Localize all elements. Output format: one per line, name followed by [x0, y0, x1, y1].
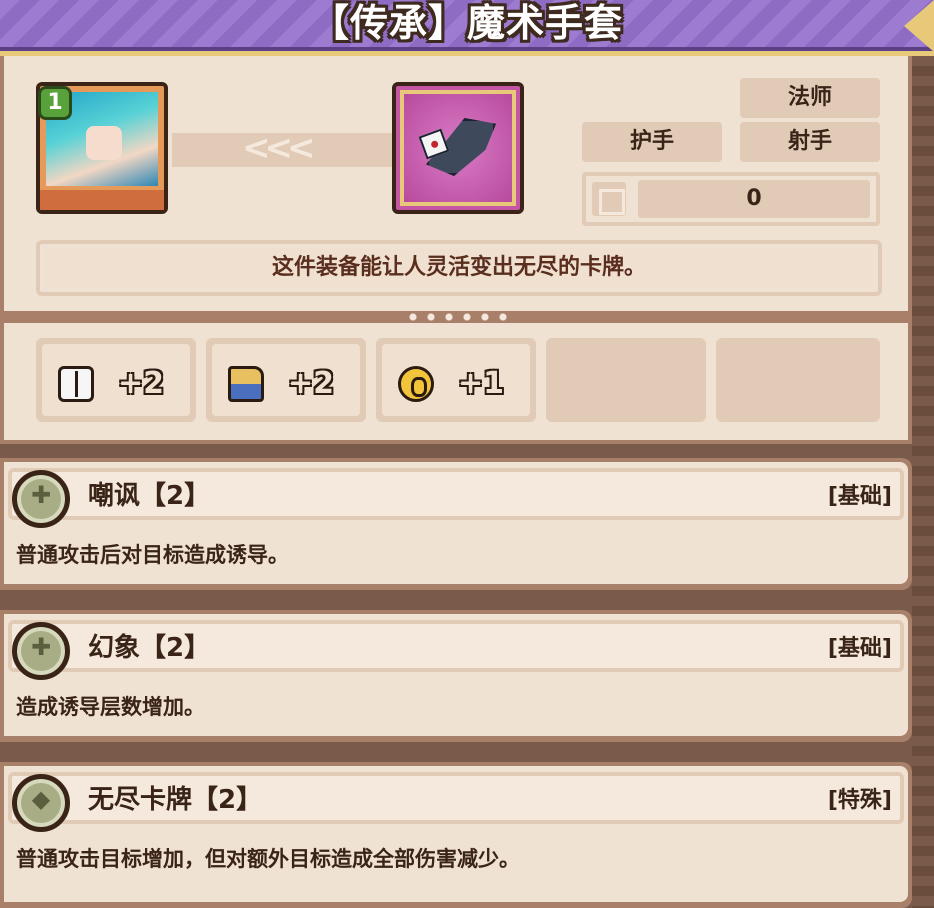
equipment-card[interactable]: [392, 82, 524, 214]
empty-bonus-slot: [716, 338, 880, 422]
skill-type: [基础]: [827, 484, 892, 509]
skill-icon: [12, 774, 70, 832]
skill-description: 普通攻击后对目标造成诱导。: [16, 543, 289, 567]
item-title: 【传承】魔术手套: [310, 1, 623, 45]
skill-icon: [12, 470, 70, 528]
divider-ornament: [404, 308, 514, 326]
bonus-value: +2: [118, 366, 165, 401]
skill-icon: [12, 622, 70, 680]
skill-name: 无尽卡牌【2】: [88, 785, 263, 815]
hero-face: [86, 126, 122, 160]
side-border: [912, 56, 934, 908]
skill-type: [基础]: [827, 636, 892, 661]
class-tag-guard: 护手: [582, 122, 722, 162]
equipment-art: [400, 90, 516, 206]
title-banner: 【传承】魔术手套: [0, 0, 934, 56]
item-description: 这件装备能让人灵活变出无尽的卡牌。: [44, 248, 874, 288]
stat-value: 0: [638, 180, 870, 218]
transfer-arrows-icon: <<<: [242, 128, 316, 168]
skill-name: 幻象【2】: [88, 633, 211, 663]
shield-icon: [398, 366, 434, 402]
bonus-value: +1: [458, 366, 505, 401]
bonus-slot[interactable]: +2: [206, 338, 366, 422]
stat-row: 0: [582, 172, 880, 226]
skill-panel[interactable]: 嘲讽【2】 [基础] 普通攻击后对目标造成诱导。: [0, 458, 912, 590]
skill-description: 普通攻击目标增加，但对额外目标造成全部伤害减少。: [16, 847, 520, 871]
bonus-slot[interactable]: +1: [376, 338, 536, 422]
slot-icon: [592, 182, 626, 216]
item-info-panel: 1 <<< 法师 护手 射手 0 这件装备能让人灵活变出无尽的卡牌。 +2 +2…: [0, 56, 912, 444]
level-badge: 1: [38, 86, 72, 120]
hero-rarity-strip: [40, 190, 164, 210]
description-box: 这件装备能让人灵活变出无尽的卡牌。: [36, 240, 882, 296]
bonus-value: +2: [288, 366, 335, 401]
skill-panel[interactable]: 无尽卡牌【2】 [特殊] 普通攻击目标增加，但对额外目标造成全部伤害减少。: [0, 762, 912, 908]
boot-icon: [228, 366, 264, 402]
skill-description: 造成诱导层数增加。: [16, 695, 205, 719]
bonus-slot[interactable]: +2: [36, 338, 196, 422]
class-tag-mage: 法师: [740, 78, 880, 118]
class-tag-archer: 射手: [740, 122, 880, 162]
skill-type: [特殊]: [827, 788, 892, 813]
book-icon: [58, 366, 94, 402]
skill-panel[interactable]: 幻象【2】 [基础] 造成诱导层数增加。: [0, 610, 912, 742]
skill-name: 嘲讽【2】: [88, 481, 211, 511]
empty-bonus-slot: [546, 338, 706, 422]
